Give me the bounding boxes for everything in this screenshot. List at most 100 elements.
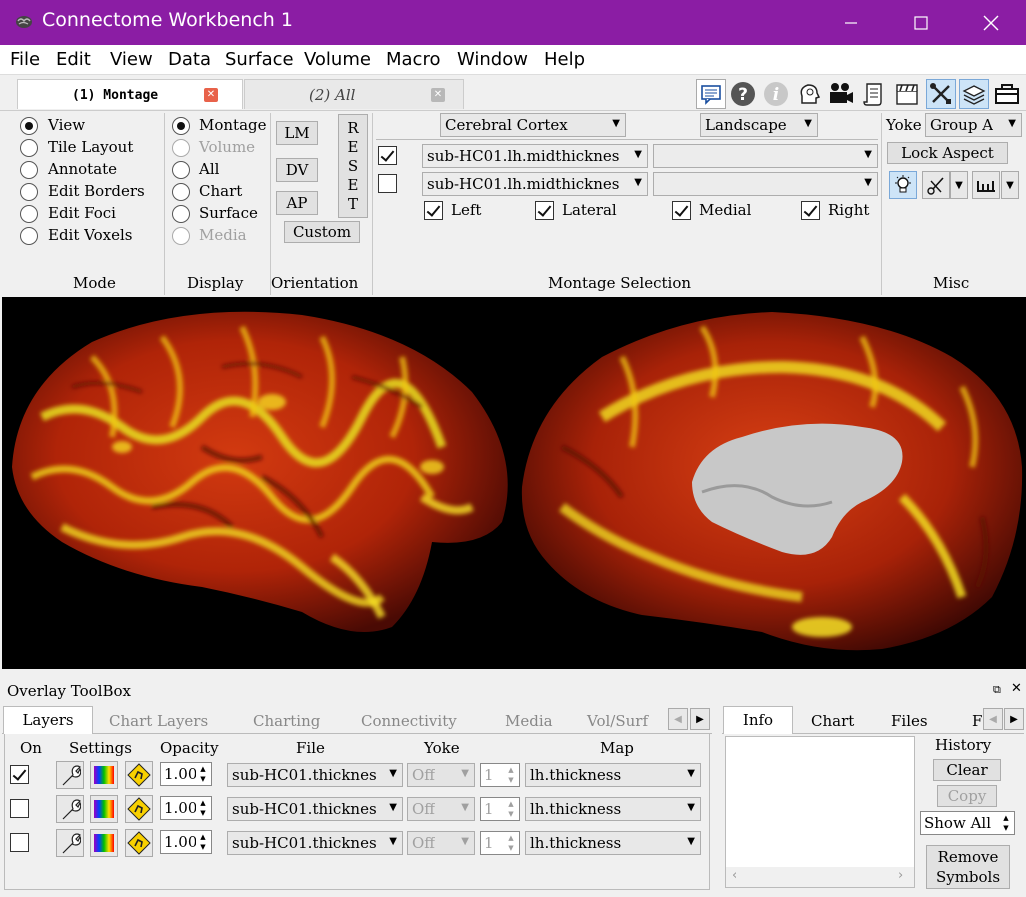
identify-head-icon[interactable] <box>794 79 824 109</box>
tools-icon[interactable] <box>926 79 956 109</box>
layer-2-map-dropdown[interactable]: lh.thickness ▼ <box>525 797 701 821</box>
menu-view[interactable]: View <box>110 49 153 70</box>
construction-icon[interactable] <box>125 795 153 823</box>
close-tab-icon[interactable]: ✕ <box>431 88 445 102</box>
remove-symbols-button[interactable]: Remove Symbols <box>926 845 1010 889</box>
orientation-custom-button[interactable]: Custom <box>284 221 360 243</box>
tab-connectivity[interactable]: Connectivity <box>361 706 457 734</box>
menu-macro[interactable]: Macro <box>386 49 440 70</box>
display-all-radio[interactable] <box>172 161 190 179</box>
close-window-button[interactable] <box>956 0 1026 45</box>
tab-chart[interactable]: Chart <box>811 706 854 734</box>
spin-arrows-icon[interactable]: ▲ ▼ <box>196 832 210 852</box>
scroll-script-icon[interactable] <box>859 79 889 109</box>
movie-camera-icon[interactable] <box>826 79 856 109</box>
spin-arrows-icon[interactable]: ▲ ▼ <box>999 813 1013 833</box>
clipping-scissors-icon[interactable] <box>922 171 950 199</box>
display-surface-radio[interactable] <box>172 205 190 223</box>
menu-data[interactable]: Data <box>168 49 211 70</box>
surface-1-checkbox[interactable] <box>378 146 397 165</box>
spin-arrows-icon[interactable]: ▲ ▼ <box>504 833 518 853</box>
wrench-icon[interactable] <box>56 829 84 857</box>
view-right-checkbox[interactable] <box>801 201 820 220</box>
menu-help[interactable]: Help <box>544 49 585 70</box>
ruler-icon[interactable] <box>972 171 1000 199</box>
layer-2-file-dropdown[interactable]: sub-HC01.thicknes ▼ <box>227 797 403 821</box>
mode-annotate-radio[interactable] <box>20 161 38 179</box>
palette-icon[interactable] <box>90 829 118 857</box>
spin-arrows-icon[interactable]: ▲ ▼ <box>504 765 518 785</box>
close-icon[interactable]: ✕ <box>1011 681 1022 696</box>
tab-chart-layers[interactable]: Chart Layers <box>109 706 208 734</box>
layer-3-map-dropdown[interactable]: lh.thickness ▼ <box>525 831 701 855</box>
menu-volume[interactable]: Volume <box>304 49 371 70</box>
menu-window[interactable]: Window <box>457 49 528 70</box>
layer-3-map-index[interactable]: 1 ▲ ▼ <box>480 831 520 855</box>
orientation-ap-button[interactable]: AP <box>276 191 318 215</box>
tab-info[interactable]: Info <box>723 706 793 734</box>
layer-1-map-dropdown[interactable]: lh.thickness ▼ <box>525 763 701 787</box>
menu-surface[interactable]: Surface <box>225 49 294 70</box>
ruler-dropdown-arrow[interactable]: ▼ <box>1001 171 1019 199</box>
mode-edit-voxels-radio[interactable] <box>20 227 38 245</box>
menu-edit[interactable]: Edit <box>56 49 91 70</box>
surface-2-file-dropdown[interactable]: sub-HC01.lh.midthicknes ▼ <box>422 172 648 196</box>
tab-scroll-left-icon[interactable]: ◀ <box>983 708 1003 730</box>
wrench-icon[interactable] <box>56 761 84 789</box>
tab-media[interactable]: Media <box>505 706 553 734</box>
wrench-icon[interactable] <box>56 795 84 823</box>
maximize-button[interactable] <box>886 0 956 45</box>
tab-montage[interactable]: (1) Montage ✕ <box>17 79 243 109</box>
palette-icon[interactable] <box>90 761 118 789</box>
tab-charting[interactable]: Charting <box>253 706 320 734</box>
menu-file[interactable]: File <box>10 49 40 70</box>
layer-3-opacity-spinbox[interactable]: 1.00 ▲ ▼ <box>160 830 212 854</box>
clear-button[interactable]: Clear <box>933 759 1001 781</box>
surface-1-file-dropdown[interactable]: sub-HC01.lh.midthicknes ▼ <box>422 144 648 168</box>
view-medial-checkbox[interactable] <box>672 201 691 220</box>
clapperboard-icon[interactable] <box>892 79 922 109</box>
orientation-lm-button[interactable]: LM <box>276 121 318 145</box>
layer-3-on-checkbox[interactable] <box>10 833 29 852</box>
layer-3-file-dropdown[interactable]: sub-HC01.thicknes ▼ <box>227 831 403 855</box>
layer-1-opacity-spinbox[interactable]: 1.00 ▲ ▼ <box>160 762 212 786</box>
spin-arrows-icon[interactable]: ▲ ▼ <box>504 799 518 819</box>
tab-vol-surf[interactable]: Vol/Surf <box>587 706 648 734</box>
construction-icon[interactable] <box>125 761 153 789</box>
clipping-dropdown-arrow[interactable]: ▼ <box>950 171 968 199</box>
layer-1-map-index[interactable]: 1 ▲ ▼ <box>480 763 520 787</box>
undock-icon[interactable]: ⧉ <box>993 683 1001 697</box>
horizontal-scrollbar[interactable]: ‹ › <box>726 867 914 887</box>
surface-2-secondary-dropdown[interactable]: ▼ <box>653 172 878 196</box>
minimize-button[interactable] <box>816 0 886 45</box>
tab-layers[interactable]: Layers <box>3 706 93 734</box>
mode-tile-layout-radio[interactable] <box>20 139 38 157</box>
view-left-checkbox[interactable] <box>424 201 443 220</box>
construction-icon[interactable] <box>125 829 153 857</box>
display-chart-radio[interactable] <box>172 183 190 201</box>
layout-dropdown[interactable]: Landscape ▼ <box>700 113 818 137</box>
speech-bubble-icon[interactable] <box>696 79 726 109</box>
toolbox-icon[interactable] <box>992 79 1022 109</box>
mode-view-radio[interactable] <box>20 117 38 135</box>
palette-icon[interactable] <box>90 795 118 823</box>
tab-scroll-left-icon[interactable]: ◀ <box>668 708 688 730</box>
structure-dropdown[interactable]: Cerebral Cortex ▼ <box>440 113 626 137</box>
help-icon[interactable]: ? <box>728 79 758 109</box>
graphics-viewport[interactable] <box>2 297 1026 669</box>
display-montage-radio[interactable] <box>172 117 190 135</box>
layer-2-on-checkbox[interactable] <box>10 799 29 818</box>
scroll-left-icon[interactable]: ‹ <box>732 868 737 883</box>
mode-edit-borders-radio[interactable] <box>20 183 38 201</box>
scroll-right-icon[interactable]: › <box>898 868 903 883</box>
layer-1-on-checkbox[interactable] <box>10 765 29 784</box>
surface-2-checkbox[interactable] <box>378 174 397 193</box>
info-icon[interactable]: i <box>761 79 791 109</box>
lock-aspect-button[interactable]: Lock Aspect <box>887 142 1008 164</box>
layer-1-file-dropdown[interactable]: sub-HC01.thicknes ▼ <box>227 763 403 787</box>
mode-edit-foci-radio[interactable] <box>20 205 38 223</box>
layer-2-opacity-spinbox[interactable]: 1.00 ▲ ▼ <box>160 796 212 820</box>
info-text-area[interactable]: ‹ › <box>725 736 915 888</box>
orientation-dv-button[interactable]: DV <box>276 158 318 182</box>
close-tab-icon[interactable]: ✕ <box>204 88 218 102</box>
